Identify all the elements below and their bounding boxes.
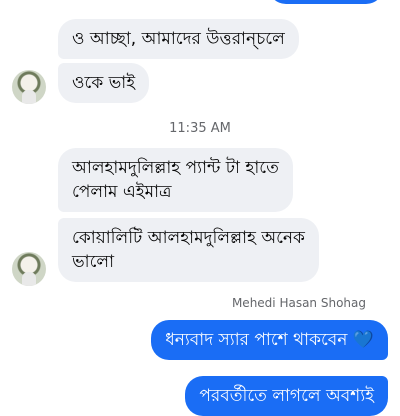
message-text-line: কোয়ালিটি আলহামদুলিল্লাহ অনেক xyxy=(72,228,305,248)
message-bubble-outgoing-1[interactable]: ধন্যবাদ স্যার পাশে থাকবেন 💙 xyxy=(151,320,388,360)
contact-avatar[interactable] xyxy=(12,70,46,104)
message-bubble-incoming-4[interactable]: কোয়ালিটি আলহামদুলিল্লাহ অনেক ভালো xyxy=(58,218,319,282)
message-timestamp: 11:35 AM xyxy=(169,121,231,136)
message-text: ও আচ্ছা, আমাদের উত্তরান্চলে xyxy=(72,29,285,49)
message-text-line: পেলাম এইমাত্র xyxy=(72,182,172,202)
message-bubble-incoming-3[interactable]: আলহামদুলিল্লাহ প্যান্ট টা হাতে পেলাম এইম… xyxy=(58,148,293,212)
message-text: ধন্যবাদ স্যার পাশে থাকবেন xyxy=(165,330,348,350)
sender-name: Mehedi Hasan Shohag xyxy=(231,296,366,310)
message-bubble-incoming-1[interactable]: ও আচ্ছা, আমাদের উত্তরান্চলে xyxy=(58,19,299,59)
contact-avatar[interactable] xyxy=(12,252,46,286)
previous-outgoing-bubble[interactable] xyxy=(268,0,384,4)
blue-heart-icon: 💙 xyxy=(352,330,374,350)
message-text: ওকে ভাই xyxy=(72,73,136,93)
message-text-line: আলহামদুলিল্লাহ প্যান্ট টা হাতে xyxy=(72,158,279,178)
message-bubble-incoming-2[interactable]: ওকে ভাই xyxy=(58,63,150,103)
message-bubble-outgoing-2[interactable]: পরবর্তীতে লাগলে অবশ্যই xyxy=(185,376,388,416)
message-text: পরবর্তীতে লাগলে অবশ্যই xyxy=(199,386,374,406)
message-text-line: ভালো xyxy=(72,252,115,272)
